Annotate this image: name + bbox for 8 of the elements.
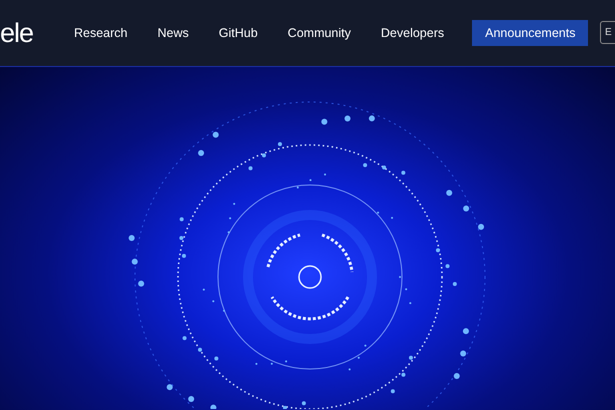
nav-link[interactable]: Research — [74, 26, 128, 40]
announcements-button[interactable]: Announcements — [472, 20, 588, 46]
nav-link[interactable]: Developers — [380, 26, 444, 40]
language-button[interactable]: E — [600, 21, 615, 44]
nav-link[interactable]: News — [158, 26, 189, 40]
nav-link[interactable]: GitHub — [218, 26, 258, 40]
nav-link[interactable]: Community — [288, 26, 351, 40]
logo-text[interactable]: ele — [0, 18, 56, 48]
